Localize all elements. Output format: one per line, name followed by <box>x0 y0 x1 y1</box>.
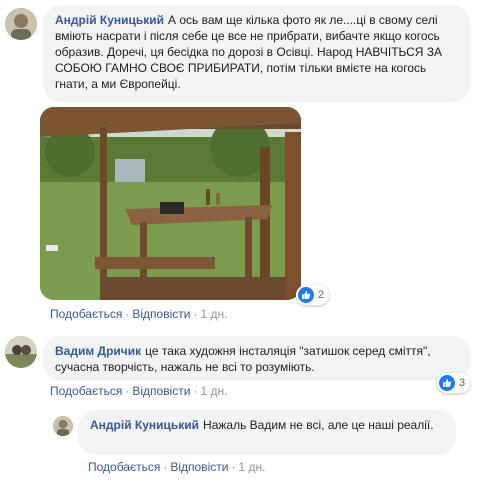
reply-link[interactable]: Відповісти <box>132 307 190 321</box>
comment-actions: Подобається · Відповісти · 1 дн. <box>50 384 227 398</box>
separator-dot: · <box>163 460 168 474</box>
avatar[interactable] <box>5 336 37 368</box>
reaction-count-value: 2 <box>318 289 325 301</box>
timestamp[interactable]: 1 дн. <box>238 460 265 474</box>
separator-dot: · <box>231 460 236 474</box>
like-link[interactable]: Подобається <box>50 307 122 321</box>
avatar-photo <box>53 416 73 436</box>
avatar-photo <box>5 336 37 368</box>
separator-dot: · <box>125 307 130 321</box>
comment-photo[interactable] <box>40 107 301 300</box>
comment-bubble: Вадим Дричик це така художня інсталяція "… <box>43 336 470 381</box>
timestamp[interactable]: 1 дн. <box>200 384 227 398</box>
comment-bubble: Андрій Куницький А ось вам ще кілька фото… <box>43 5 470 102</box>
gazebo-photo <box>40 107 301 300</box>
separator-dot: · <box>193 307 198 321</box>
reaction-count-value: 3 <box>459 377 466 389</box>
like-link[interactable]: Подобається <box>50 384 122 398</box>
reply-link[interactable]: Відповісти <box>132 384 190 398</box>
avatar[interactable] <box>5 8 37 40</box>
thumbs-up-icon <box>439 375 455 391</box>
reaction-count[interactable]: 2 <box>296 285 330 305</box>
avatar-photo <box>5 8 37 40</box>
reply-bubble: Андрій Куницький Нажаль Вадим не всі, але… <box>78 410 456 455</box>
thumbs-up-icon <box>298 287 314 303</box>
like-link[interactable]: Подобається <box>88 460 160 474</box>
comment-author[interactable]: Вадим Дричик <box>55 344 141 358</box>
comment-text: Нажаль Вадим не всі, але це наші реалії. <box>203 418 434 432</box>
reply-link[interactable]: Відповісти <box>170 460 228 474</box>
avatar[interactable] <box>53 416 73 436</box>
timestamp[interactable]: 1 дн. <box>200 307 227 321</box>
comment-author[interactable]: Андрій Куницький <box>55 13 164 27</box>
separator-dot: · <box>193 384 198 398</box>
comment-actions: Подобається · Відповісти · 1 дн. <box>88 460 265 474</box>
reaction-count[interactable]: 3 <box>437 373 471 393</box>
comment-author[interactable]: Андрій Куницький <box>90 418 199 432</box>
separator-dot: · <box>125 384 130 398</box>
comment-actions: Подобається · Відповісти · 1 дн. <box>50 307 227 321</box>
